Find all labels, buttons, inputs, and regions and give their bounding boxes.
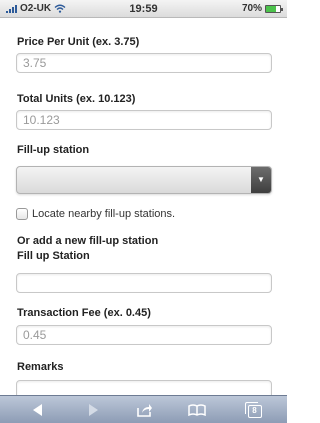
tabs-icon: 8 xyxy=(244,402,262,418)
back-arrow-icon xyxy=(33,404,42,416)
locate-nearby-row[interactable]: Locate nearby fill-up stations. xyxy=(16,208,175,220)
price-per-unit-label: Price Per Unit (ex. 3.75) xyxy=(17,36,140,48)
tab-count-label: 8 xyxy=(252,406,257,415)
locate-nearby-checkbox[interactable] xyxy=(16,208,28,220)
new-station-heading: Or add a new fill-up station xyxy=(17,235,159,247)
status-bar: O2-UK 19:59 70% xyxy=(0,0,287,18)
locate-nearby-label: Locate nearby fill-up stations. xyxy=(32,208,176,220)
total-units-label: Total Units (ex. 10.123) xyxy=(17,93,136,105)
price-per-unit-input[interactable]: 3.75 xyxy=(16,53,272,73)
total-units-input[interactable]: 10.123 xyxy=(16,110,272,130)
fill-up-station-select[interactable]: ▼ xyxy=(16,166,272,194)
battery-percentage: 70% xyxy=(241,3,262,14)
remarks-label: Remarks xyxy=(17,361,64,373)
tabs-button[interactable]: 8 xyxy=(238,396,268,423)
forward-button[interactable] xyxy=(78,396,108,423)
bookmarks-button[interactable] xyxy=(182,396,212,423)
fill-up-form: Price Per Unit (ex. 3.75) 3.75 Total Uni… xyxy=(0,18,287,395)
transaction-fee-label: Transaction Fee (ex. 0.45) xyxy=(17,307,151,319)
forward-arrow-icon xyxy=(89,404,98,416)
transaction-fee-input[interactable]: 0.45 xyxy=(16,325,272,345)
new-station-input[interactable] xyxy=(16,273,272,293)
battery-status: 70% xyxy=(241,3,283,14)
new-station-label: Fill up Station xyxy=(17,250,90,262)
share-button[interactable] xyxy=(130,396,160,423)
bookmarks-icon xyxy=(188,404,206,416)
remarks-input[interactable] xyxy=(16,380,272,395)
fill-up-station-label: Fill-up station xyxy=(17,144,90,156)
browser-toolbar: 8 xyxy=(0,395,287,423)
back-button[interactable] xyxy=(23,396,53,423)
battery-icon xyxy=(265,4,283,13)
share-icon xyxy=(137,404,152,417)
dropdown-arrow-icon: ▼ xyxy=(251,167,271,193)
